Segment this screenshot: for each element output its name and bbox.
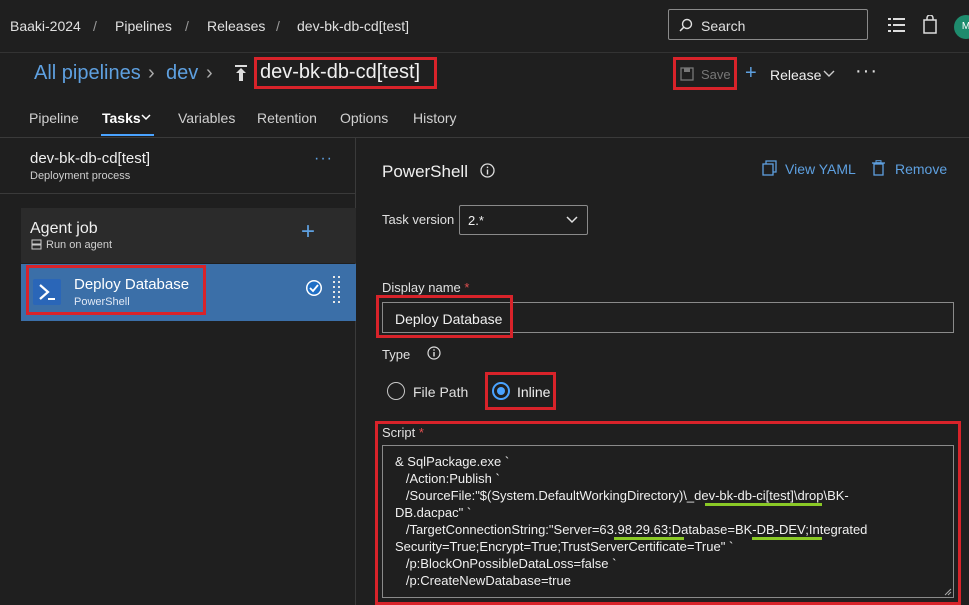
remove-link[interactable]: Remove bbox=[895, 161, 947, 177]
breadcrumb-org[interactable]: Baaki-2024 bbox=[10, 18, 81, 34]
chevron-right-icon: › bbox=[148, 62, 155, 84]
breadcrumb-releases[interactable]: Releases bbox=[207, 18, 265, 34]
radio-file-path[interactable] bbox=[387, 382, 405, 400]
tab-history[interactable]: History bbox=[413, 110, 457, 126]
view-yaml-link[interactable]: View YAML bbox=[785, 161, 856, 177]
breadcrumb-pipeline[interactable]: dev-bk-db-cd[test] bbox=[297, 18, 409, 34]
all-pipelines-link[interactable]: All pipelines bbox=[34, 62, 141, 85]
script-line: /TargetConnectionString:"Server=63.98.29… bbox=[395, 522, 868, 537]
view-yaml-icon bbox=[762, 160, 777, 176]
stage-title[interactable]: dev-bk-db-cd[test] bbox=[30, 150, 150, 167]
script-line: /p:BlockOnPossibleDataLoss=false ` bbox=[395, 556, 617, 571]
tab-active-indicator bbox=[101, 134, 154, 136]
divider bbox=[0, 193, 356, 194]
search-icon bbox=[679, 18, 693, 32]
script-line: & SqlPackage.exe ` bbox=[395, 454, 510, 469]
save-button[interactable]: Save bbox=[701, 67, 731, 82]
chevron-right-icon: › bbox=[206, 62, 213, 84]
check-circle-icon bbox=[306, 280, 322, 296]
tab-retention[interactable]: Retention bbox=[257, 110, 317, 126]
more-options-icon[interactable]: ··· bbox=[855, 60, 878, 83]
agent-job-subtitle: Run on agent bbox=[46, 239, 113, 251]
display-name-value: Deploy Database bbox=[395, 311, 503, 327]
breadcrumb-pipelines[interactable]: Pipelines bbox=[115, 18, 172, 34]
script-line: /Action:Publish ` bbox=[395, 471, 500, 486]
script-line: DB.dacpac" ` bbox=[395, 505, 472, 520]
tab-options[interactable]: Options bbox=[340, 110, 388, 126]
stage-more-icon[interactable]: ··· bbox=[314, 150, 333, 168]
chevron-down-icon[interactable] bbox=[823, 70, 835, 78]
release-pipeline-icon bbox=[235, 65, 247, 81]
task-version-value: 2.* bbox=[468, 213, 484, 228]
file-path-label[interactable]: File Path bbox=[413, 384, 468, 400]
breadcrumb-separator: / bbox=[185, 18, 189, 34]
task-panel-title: PowerShell bbox=[382, 162, 468, 181]
list-icon[interactable] bbox=[888, 17, 906, 33]
folder-link[interactable]: dev bbox=[166, 62, 198, 85]
server-icon bbox=[31, 239, 42, 250]
release-button[interactable]: Release bbox=[770, 67, 821, 83]
search-box[interactable]: Search bbox=[668, 9, 868, 40]
highlight-box bbox=[26, 265, 206, 315]
info-icon[interactable] bbox=[427, 346, 441, 360]
highlight-underline bbox=[752, 537, 822, 540]
tab-tasks[interactable]: Tasks bbox=[102, 110, 141, 126]
save-icon bbox=[680, 67, 694, 81]
chevron-down-icon[interactable] bbox=[141, 114, 151, 121]
stage-subtitle: Deployment process bbox=[30, 170, 131, 182]
resize-handle-icon[interactable] bbox=[944, 588, 952, 596]
type-label: Type bbox=[382, 347, 411, 362]
highlight-underline bbox=[614, 537, 684, 540]
shopping-bag-icon[interactable] bbox=[922, 15, 938, 34]
script-line: /p:CreateNewDatabase=true bbox=[395, 573, 571, 588]
highlight-underline bbox=[705, 503, 822, 506]
breadcrumb-separator: / bbox=[276, 18, 280, 34]
task-version-label: Task version bbox=[382, 212, 455, 227]
display-name-label: Display name * bbox=[382, 280, 470, 295]
search-label: Search bbox=[701, 18, 746, 34]
page-title: dev-bk-db-cd[test] bbox=[260, 61, 421, 83]
script-line: /SourceFile:"$(System.DefaultWorkingDire… bbox=[395, 488, 849, 503]
breadcrumb-separator: / bbox=[93, 18, 97, 34]
radio-inline[interactable] bbox=[492, 382, 510, 400]
tab-pipeline[interactable]: Pipeline bbox=[29, 110, 79, 126]
drag-handle-icon[interactable] bbox=[333, 276, 341, 306]
script-label: Script * bbox=[382, 425, 424, 440]
add-task-icon[interactable]: + bbox=[301, 218, 315, 246]
script-line: Security=True;Encrypt=True;TrustServerCe… bbox=[395, 539, 734, 554]
trash-icon bbox=[872, 160, 885, 176]
agent-job-title: Agent job bbox=[30, 220, 98, 237]
task-version-select[interactable]: 2.* bbox=[459, 205, 588, 235]
tab-variables[interactable]: Variables bbox=[178, 110, 235, 126]
info-icon[interactable] bbox=[480, 163, 495, 178]
chevron-down-icon bbox=[566, 216, 578, 224]
inline-label[interactable]: Inline bbox=[517, 384, 550, 400]
radio-selected-dot bbox=[497, 387, 505, 395]
plus-icon: + bbox=[745, 62, 757, 84]
pipeline-header bbox=[0, 54, 969, 138]
